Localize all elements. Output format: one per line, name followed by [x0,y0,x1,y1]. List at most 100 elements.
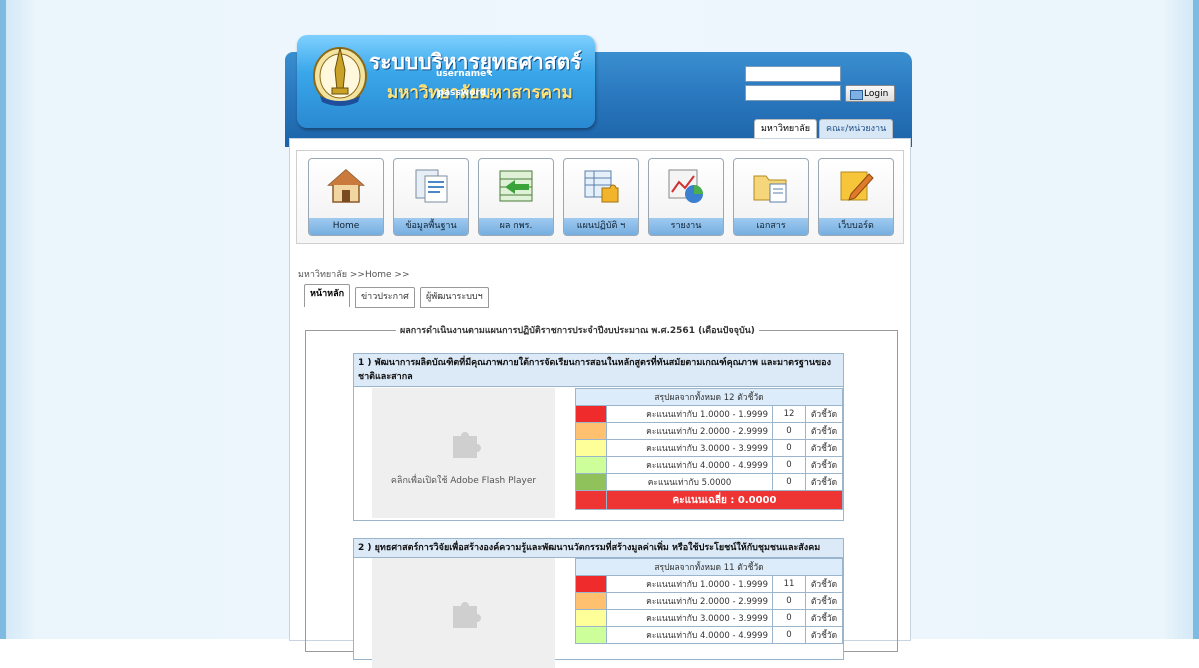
login-button-label: Login [864,89,889,99]
score-range: คะแนนเท่ากับ 3.0000 - 3.9999 [606,609,773,627]
right-border [1193,0,1199,639]
indicator-count: 11 [772,575,806,593]
indicator-unit: ตัวชี้วัด [805,473,843,491]
strategy-card: 2 ) ยุทธศาสตร์การวิจัยเพื่อสร้างองค์ความ… [353,538,844,668]
table-row: คะแนนเท่ากับ 4.0000 - 4.9999 0 ตัวชี้วัด [575,456,843,474]
summary-table: สรุปผลจากทั้งหมด 11 ตัวชี้วัด คะแนนเท่าก… [575,558,843,644]
main-menu: Home ข้อมูลพื้นฐาน ผล กพร. แผนปฏิบัติ ฯ … [296,150,904,244]
score-range: คะแนนเท่ากับ 3.0000 - 3.9999 [606,439,773,457]
menu-documents[interactable]: เอกสาร [733,158,809,236]
menu-webboard[interactable]: เว็บบอร์ด [818,158,894,236]
flash-text: คลิกเพื่อเปิดใช้ Adobe Flash Player [390,476,537,486]
indicator-count: 0 [772,592,806,610]
password-input[interactable] [745,85,841,101]
home-icon [327,168,365,203]
login-icon [850,90,863,100]
menu-action-plan-label: แผนปฏิบัติ ฯ [564,218,638,235]
color-swatch [575,439,607,457]
menu-webboard-label: เว็บบอร์ด [819,218,893,235]
menu-basic-info-label: ข้อมูลพื้นฐาน [394,218,468,235]
indicator-count: 0 [772,422,806,440]
score-range: คะแนนเท่ากับ 1.0000 - 1.9999 [606,575,773,593]
menu-basic-info[interactable]: ข้อมูลพื้นฐาน [393,158,469,236]
indicator-count: 0 [772,456,806,474]
strategy-title: 1 ) พัฒนาการผลิตบัณฑิตที่มีคุณภาพภายใต้ก… [354,354,843,387]
score-range: คะแนนเท่ากับ 4.0000 - 4.9999 [606,456,773,474]
average-score: คะแนนเฉลี่ย : 0.0000 [606,490,843,510]
indicator-unit: ตัวชี้วัด [805,592,843,610]
content-area: Home ข้อมูลพื้นฐาน ผล กพร. แผนปฏิบัติ ฯ … [289,138,911,668]
tab-faculty[interactable]: คณะ/หน่วยงาน [819,119,894,138]
color-swatch [575,626,607,644]
indicator-unit: ตัวชี้วัด [805,405,843,423]
menu-report-label: รายงาน [649,218,723,235]
puzzle-icon [453,602,481,628]
flash-placeholder[interactable] [372,558,555,668]
performance-fieldset: ผลการดำเนินงานตามแผนการปฏิบัติราชการประจ… [305,323,898,668]
spreadsheet-arrow-icon [499,170,533,202]
color-swatch [575,473,607,491]
indicator-count: 0 [772,473,806,491]
strategy-card: 1 ) พัฒนาการผลิตบัณฑิตที่มีคุณภาพภายใต้ก… [353,353,844,521]
table-row: คะแนนเท่ากับ 5.0000 0 ตัวชี้วัด [575,473,843,491]
folder-icon [753,175,787,203]
left-border [0,0,6,639]
color-swatch [575,490,607,510]
table-row: คะแนนเท่ากับ 3.0000 - 3.9999 0 ตัวชี้วัด [575,609,843,627]
table-row: คะแนนเท่ากับ 2.0000 - 2.9999 0 ตัวชี้วัด [575,422,843,440]
puzzle-icon [453,432,481,458]
indicator-count: 0 [772,439,806,457]
menu-kpr-label: ผล กพร. [479,218,553,235]
score-range: คะแนนเท่ากับ 5.0000 [606,473,773,491]
indicator-unit: ตัวชี้วัด [805,609,843,627]
score-range: คะแนนเท่ากับ 2.0000 - 2.9999 [606,592,773,610]
university-seal-icon [313,47,367,106]
table-row: คะแนนเท่ากับ 1.0000 - 1.9999 12 ตัวชี้วั… [575,405,843,423]
menu-home[interactable]: Home [308,158,384,236]
indicator-count: 0 [772,626,806,644]
indicator-unit: ตัวชี้วัด [805,439,843,457]
summary-header: สรุปผลจากทั้งหมด 11 ตัวชี้วัด [575,558,843,576]
summary-table: สรุปผลจากทั้งหมด 12 ตัวชี้วัด คะแนนเท่าก… [575,388,843,510]
tab-developers[interactable]: ผู้พัฒนาระบบฯ [420,287,489,308]
color-swatch [575,456,607,474]
indicator-count: 0 [772,609,806,627]
color-swatch [575,422,607,440]
flash-placeholder[interactable]: คลิกเพื่อเปิดใช้ Adobe Flash Player [372,388,555,518]
menu-kpr[interactable]: ผล กพร. [478,158,554,236]
indicator-unit: ตัวชี้วัด [805,575,843,593]
menu-action-plan[interactable]: แผนปฏิบัติ ฯ [563,158,639,236]
app-shell: ระบบบริหารยุทธศาสตร์ มหาวิทยาลัยมหาสารคา… [285,35,912,668]
tab-university[interactable]: มหาวิทยาลัย [754,119,818,138]
score-range: คะแนนเท่ากับ 4.0000 - 4.9999 [606,626,773,644]
table-row: คะแนนเท่ากับ 4.0000 - 4.9999 0 ตัวชี้วัด [575,626,843,644]
menu-report[interactable]: รายงาน [648,158,724,236]
score-range: คะแนนเท่ากับ 1.0000 - 1.9999 [606,405,773,423]
breadcrumb: มหาวิทยาลัย >>Home >> [298,270,410,280]
color-swatch [575,575,607,593]
strategy-title: 2 ) ยุทธศาสตร์การวิจัยเพื่อสร้างองค์ความ… [354,539,843,558]
logo-banner[interactable]: ระบบบริหารยุทธศาสตร์ มหาวิทยาลัยมหาสารคา… [297,35,595,128]
tab-news[interactable]: ข่าวประกาศ [355,287,415,308]
table-row: คะแนนเท่ากับ 3.0000 - 3.9999 0 ตัวชี้วัด [575,439,843,457]
username-input[interactable] [745,66,841,82]
color-swatch [575,405,607,423]
indicator-unit: ตัวชี้วัด [805,456,843,474]
summary-header: สรุปผลจากทั้งหมด 12 ตัวชี้วัด [575,388,843,406]
login-button[interactable]: Login [845,85,895,102]
tab-main[interactable]: หน้าหลัก [304,284,351,307]
menu-home-label: Home [309,218,383,235]
menu-documents-label: เอกสาร [734,218,808,235]
table-puzzle-icon [584,170,619,203]
section-title: ผลการดำเนินงานตามแผนการปฏิบัติราชการประจ… [396,323,759,337]
indicator-count: 12 [772,405,806,423]
chart-icon [668,169,703,203]
score-range: คะแนนเท่ากับ 2.0000 - 2.9999 [606,422,773,440]
username-label: username : [435,69,493,79]
color-swatch [575,592,607,610]
table-row: คะแนนเท่ากับ 1.0000 - 1.9999 11 ตัวชี้วั… [575,575,843,593]
color-swatch [575,609,607,627]
table-row: คะแนนเท่ากับ 2.0000 - 2.9999 0 ตัวชี้วัด [575,592,843,610]
document-icon [415,169,448,203]
notepad-pencil-icon [840,171,874,201]
